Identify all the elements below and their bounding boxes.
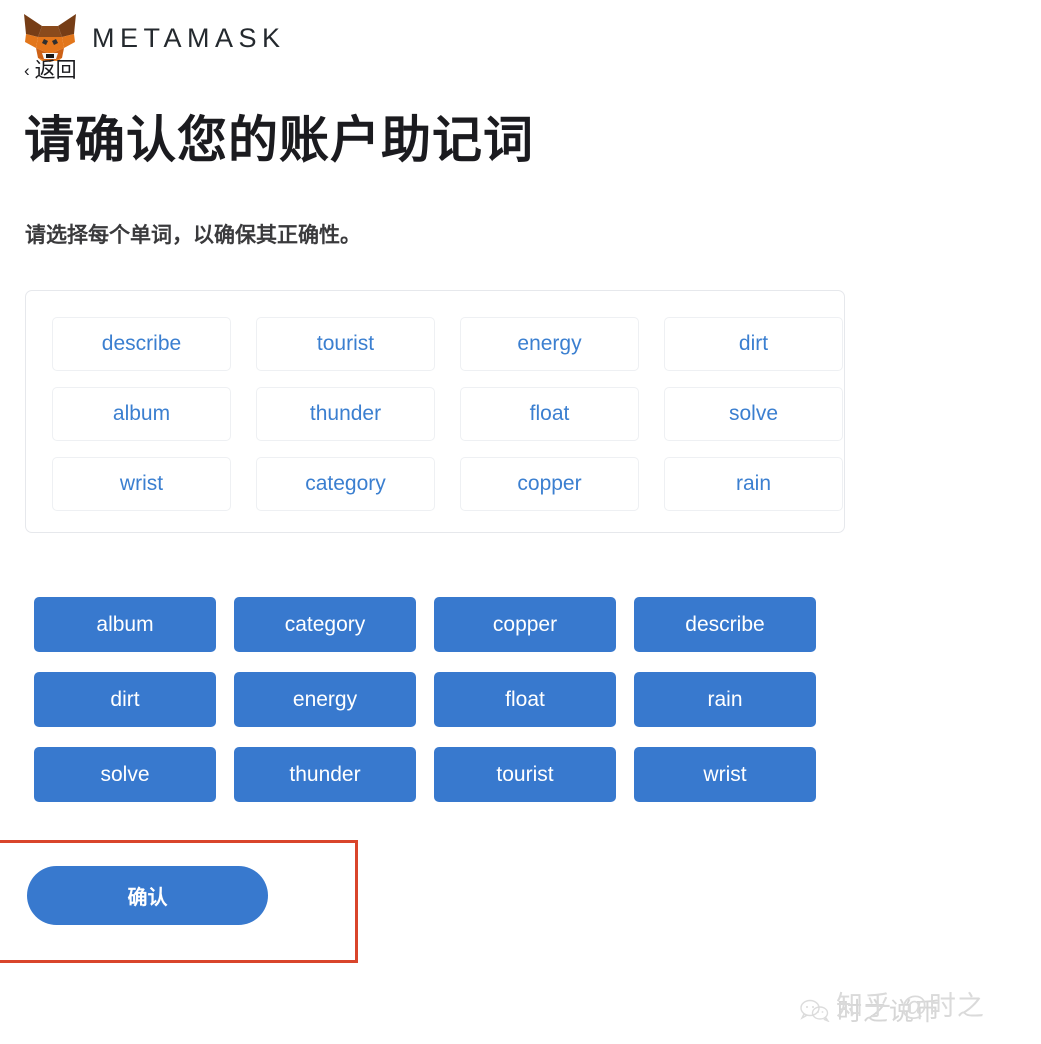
word-bank-button[interactable]: describe	[634, 597, 816, 652]
selected-word-chip[interactable]: describe	[52, 317, 231, 371]
back-link[interactable]: ‹ 返回	[24, 60, 77, 81]
selected-word-chip[interactable]: solve	[664, 387, 843, 441]
selected-word-chip[interactable]: rain	[664, 457, 843, 511]
word-bank-button[interactable]: thunder	[234, 747, 416, 802]
selected-words-panel: describe tourist energy dirt album thund…	[25, 290, 845, 533]
back-label: 返回	[34, 59, 77, 82]
brand-header: METAMASK	[22, 12, 286, 64]
word-bank-button[interactable]: solve	[34, 747, 216, 802]
selected-word-chip[interactable]: energy	[460, 317, 639, 371]
page-title: 请确认您的账户助记词	[24, 112, 534, 168]
word-bank-button[interactable]: category	[234, 597, 416, 652]
word-bank-button[interactable]: wrist	[634, 747, 816, 802]
zhihu-watermark-label: 知乎 @时之	[836, 991, 985, 1021]
wechat-watermark-label: 时之说币	[837, 998, 942, 1026]
selected-word-chip[interactable]: thunder	[256, 387, 435, 441]
zhihu-watermark: 知乎 @时之	[836, 984, 985, 1023]
selected-word-chip[interactable]: dirt	[664, 317, 843, 371]
brand-wordmark: METAMASK	[92, 22, 286, 53]
word-bank-button[interactable]: copper	[434, 597, 616, 652]
word-bank-button[interactable]: float	[434, 672, 616, 727]
word-bank-grid: album category copper describe dirt ener…	[34, 597, 816, 802]
word-bank-button[interactable]: tourist	[434, 747, 616, 802]
selected-word-chip[interactable]: category	[256, 457, 435, 511]
selected-word-chip[interactable]: float	[460, 387, 639, 441]
selected-words-grid: describe tourist energy dirt album thund…	[52, 317, 843, 511]
chevron-left-icon: ‹	[24, 61, 30, 80]
word-bank-button[interactable]: album	[34, 597, 216, 652]
selected-word-chip[interactable]: tourist	[256, 317, 435, 371]
confirm-button[interactable]: 确认	[27, 866, 268, 925]
page-subtitle: 请选择每个单词，以确保其正确性。	[25, 224, 361, 247]
word-bank-button[interactable]: energy	[234, 672, 416, 727]
word-bank-button[interactable]: rain	[634, 672, 816, 727]
selected-word-chip[interactable]: copper	[460, 457, 639, 511]
selected-word-chip[interactable]: wrist	[52, 457, 231, 511]
wechat-watermark: 时之说币	[800, 992, 941, 1028]
selected-word-chip[interactable]: album	[52, 387, 231, 441]
metamask-fox-icon	[22, 12, 78, 64]
wechat-icon	[800, 998, 830, 1022]
word-bank-button[interactable]: dirt	[34, 672, 216, 727]
